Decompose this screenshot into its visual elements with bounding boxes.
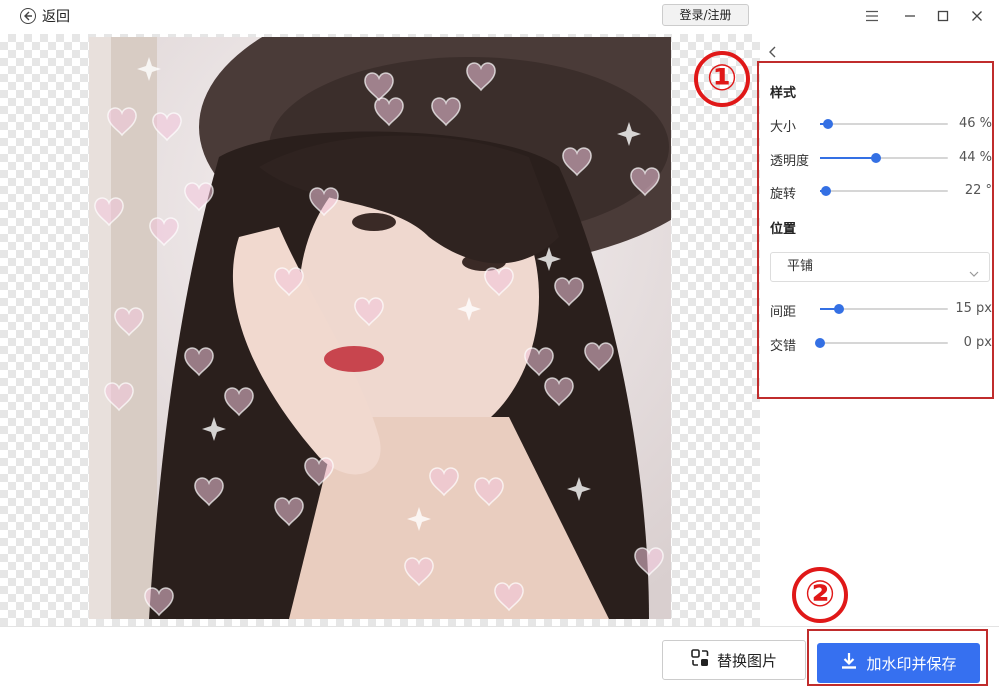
rotation-unit: ° xyxy=(985,183,993,198)
spacing-value: 15 xyxy=(955,301,972,316)
minimize-icon[interactable] xyxy=(900,6,920,26)
opacity-label: 透明度 xyxy=(770,154,810,169)
back-label: 返回 xyxy=(42,9,70,25)
size-slider[interactable] xyxy=(820,119,948,129)
back-button[interactable]: 返回 xyxy=(20,6,70,26)
spacing-slider[interactable] xyxy=(820,304,948,314)
opacity-value: 44 xyxy=(958,150,976,165)
spacing-label: 间距 xyxy=(770,305,797,320)
opacity-slider-row: 透明度 44 % xyxy=(770,148,992,169)
stagger-value: 0 xyxy=(963,335,972,350)
rotation-label: 旋转 xyxy=(770,187,797,202)
stagger-unit: px xyxy=(976,335,992,350)
position-select-value: 平铺 xyxy=(787,259,814,274)
spacing-slider-row: 间距 15 px xyxy=(770,299,992,320)
chevron-left-icon[interactable] xyxy=(766,44,780,58)
chevron-down-icon xyxy=(969,262,979,277)
size-slider-row: 大小 46 % xyxy=(770,114,992,135)
replace-image-label: 替换图片 xyxy=(716,651,777,670)
rotation-slider[interactable] xyxy=(820,186,948,196)
canvas-area xyxy=(0,34,760,626)
menu-icon[interactable] xyxy=(862,6,882,26)
annotation-box-save: 加水印并保存 xyxy=(807,629,988,686)
position-section-title: 位置 xyxy=(770,222,797,237)
stagger-label: 交错 xyxy=(770,339,797,354)
size-unit: % xyxy=(979,116,992,131)
title-bar: 返回 登录/注册 xyxy=(0,0,999,34)
save-label: 加水印并保存 xyxy=(866,654,957,673)
bottom-toolbar: 替换图片 加水印并保存 xyxy=(0,626,999,688)
add-watermark-save-button[interactable]: 加水印并保存 xyxy=(817,643,980,683)
rotation-value: 22 xyxy=(964,183,982,198)
download-icon xyxy=(840,652,858,674)
style-section-title: 样式 xyxy=(770,86,797,101)
close-icon[interactable] xyxy=(967,6,987,26)
login-button[interactable]: 登录/注册 xyxy=(662,4,749,26)
watermarked-photo[interactable] xyxy=(89,37,671,619)
opacity-unit: % xyxy=(979,150,992,165)
annotation-number-1: ① xyxy=(694,51,750,107)
stagger-slider-handle[interactable] xyxy=(815,338,825,348)
size-slider-handle[interactable] xyxy=(822,119,833,129)
maximize-icon[interactable] xyxy=(933,6,953,26)
replace-image-button[interactable]: 替换图片 xyxy=(662,640,806,680)
rotation-slider-handle[interactable] xyxy=(821,186,832,196)
spacing-unit: px xyxy=(976,301,992,316)
stagger-slider[interactable] xyxy=(815,338,948,348)
position-select[interactable]: 平铺 xyxy=(770,252,990,282)
arrow-left-icon xyxy=(20,8,36,24)
annotation-number-2: ② xyxy=(792,567,848,623)
size-value: 46 xyxy=(958,116,976,131)
spacing-slider-handle[interactable] xyxy=(834,304,845,314)
stagger-slider-row: 交错 0 px xyxy=(770,333,992,354)
rotation-slider-row: 旋转 22 ° xyxy=(770,181,993,202)
size-label: 大小 xyxy=(770,120,797,135)
replace-icon xyxy=(691,649,709,671)
opacity-slider-handle[interactable] xyxy=(871,153,882,163)
opacity-slider[interactable] xyxy=(820,153,948,163)
watermark-settings-panel: 样式 大小 46 % 透明度 44 % 旋转 22 ° 位置 平铺 间距 15 … xyxy=(757,34,999,626)
